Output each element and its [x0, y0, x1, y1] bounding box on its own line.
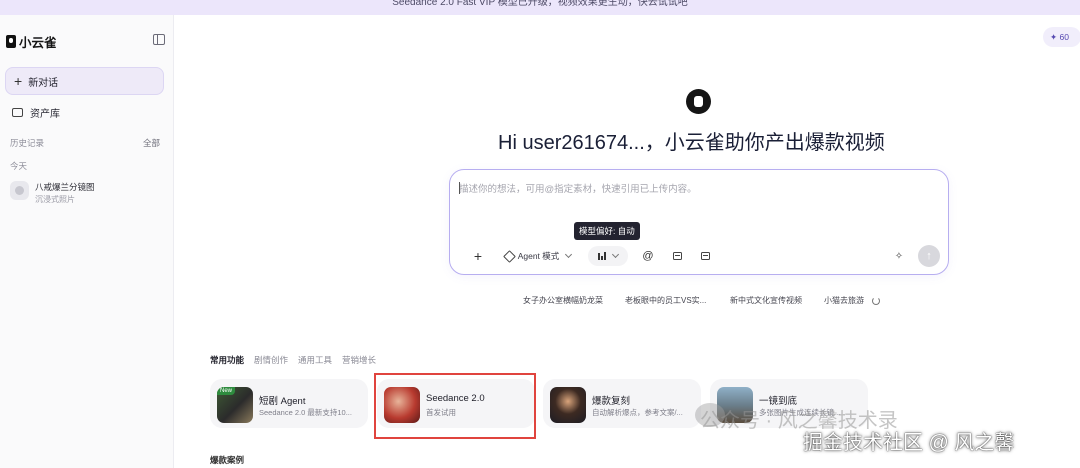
- cube-icon: [502, 249, 516, 263]
- tab-marketing[interactable]: 营销增长: [342, 354, 376, 366]
- brand[interactable]: 小云雀: [6, 32, 57, 51]
- card-title: 爆款复刻: [592, 396, 631, 407]
- tab-common[interactable]: 常用功能: [210, 354, 244, 366]
- feature-card-short-drama[interactable]: New 短剧 Agent Seedance 2.0 最新支持10...: [210, 379, 368, 428]
- prompt-enhance-button[interactable]: ✧: [892, 246, 906, 266]
- history-item[interactable]: 八戒爆兰分镜图 沉浸式照片: [10, 181, 95, 205]
- watermark-juejin: 掘金技术社区 @ 风之馨: [803, 432, 1015, 454]
- plus-icon: +: [473, 248, 483, 264]
- arrow-up-icon: ↑: [926, 250, 932, 262]
- suggestion-chip[interactable]: 小猫去旅游: [824, 295, 864, 307]
- refresh-icon[interactable]: [872, 297, 880, 305]
- prompt-composer: 模型偏好: 自动 + Agent 模式 @ ✧ ↑: [449, 169, 949, 275]
- brand-name: 小云雀: [19, 36, 57, 50]
- folder-icon: [12, 108, 23, 117]
- banner-text: Seedance 2.0 Fast VIP 模型已升级，视频效果更生动，快去试试…: [392, 0, 688, 8]
- hero-logo-icon: [686, 89, 711, 114]
- tab-tools[interactable]: 通用工具: [298, 354, 332, 366]
- history-title: 历史记录: [10, 138, 45, 148]
- sidebar: 小云雀 + 新对话 资产库 历史记录 全部 今天 八戒爆兰分镜图 沉浸式照片: [0, 15, 174, 468]
- page-title: Hi user261674...，小云雀助你产出爆款视频: [498, 132, 885, 154]
- new-chat-button[interactable]: + 新对话: [5, 67, 164, 95]
- subtitle-icon: [700, 252, 710, 260]
- agent-mode-dropdown[interactable]: Agent 模式: [498, 246, 578, 266]
- suggestion-chip[interactable]: 新中式文化宣传视频: [730, 295, 802, 307]
- card-thumbnail: [550, 387, 586, 423]
- aspect-ratio-button[interactable]: [670, 246, 684, 266]
- section-title-cases: 爆款案例: [210, 455, 245, 465]
- prompt-input[interactable]: [459, 181, 929, 197]
- add-attachment-button[interactable]: +: [470, 246, 486, 266]
- tab-story[interactable]: 剧情创作: [254, 354, 288, 366]
- sidebar-collapse-icon[interactable]: [153, 34, 165, 45]
- sparkle-icon: ✧: [894, 250, 904, 262]
- card-thumbnail: New: [217, 387, 253, 423]
- history-item-subtitle: 沉浸式照片: [35, 195, 75, 204]
- history-group-today: 今天: [10, 161, 28, 171]
- agent-mode-label: Agent 模式: [517, 251, 560, 261]
- assets-label: 资产库: [30, 109, 60, 120]
- model-tooltip: 模型偏好: 自动: [574, 222, 640, 240]
- new-chat-label: 新对话: [28, 77, 59, 89]
- history-all-link[interactable]: 全部: [143, 137, 160, 149]
- text-caret: [459, 182, 460, 194]
- bar-chart-icon: [598, 252, 606, 260]
- announcement-banner[interactable]: Seedance 2.0 Fast VIP 模型已升级，视频效果更生动，快去试试…: [0, 0, 1080, 15]
- history-item-title: 八戒爆兰分镜图: [35, 182, 95, 192]
- at-sign-icon: @: [642, 250, 654, 262]
- suggestion-chip[interactable]: 老板眼中的员工VS实...: [625, 295, 706, 307]
- card-description: 自动解析爆点，参考文案/...: [592, 408, 683, 417]
- aspect-ratio-icon: [672, 252, 682, 260]
- feature-tabs: 常用功能 剧情创作 通用工具 营销增长: [210, 354, 376, 366]
- credits-badge[interactable]: ✦ 60: [1043, 27, 1080, 47]
- send-button[interactable]: ↑: [918, 245, 940, 267]
- suggestion-chip[interactable]: 女子办公室横幅奶龙菜: [523, 295, 603, 307]
- card-description: Seedance 2.0 最新支持10...: [259, 408, 352, 417]
- mention-button[interactable]: @: [640, 246, 656, 266]
- sidebar-item-assets[interactable]: 资产库: [12, 105, 60, 120]
- plus-icon: +: [14, 73, 23, 89]
- card-title: 短剧 Agent: [259, 396, 306, 407]
- chevron-down-icon: [565, 250, 573, 259]
- chevron-down-icon: [611, 250, 620, 259]
- brand-logo-icon: [6, 35, 16, 48]
- subtitle-button[interactable]: [698, 246, 712, 266]
- feature-card-viral-copy[interactable]: 爆款复刻 自动解析爆点，参考文案/...: [543, 379, 701, 428]
- history-item-icon: [10, 181, 29, 200]
- annotation-highlight-box: [374, 373, 536, 439]
- model-preference-dropdown[interactable]: [588, 246, 628, 266]
- new-badge: New: [217, 387, 236, 395]
